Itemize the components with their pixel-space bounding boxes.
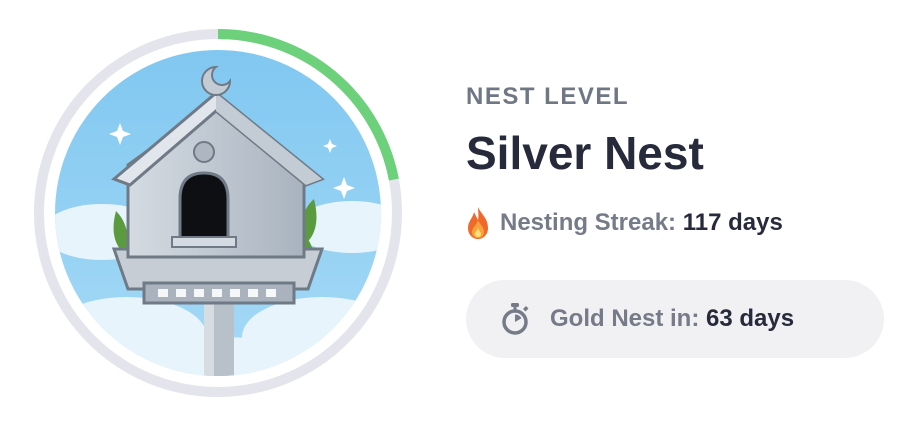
- streak-value: 117 days: [682, 209, 783, 236]
- nest-progress-ring: [34, 29, 402, 397]
- streak-label: Nesting Streak:: [500, 209, 677, 236]
- birdhouse-illustration: [55, 50, 381, 376]
- next-level-label: Gold Nest in:: [550, 305, 700, 332]
- flame-icon: [468, 207, 488, 239]
- nest-level-card: NEST LEVEL Silver Nest Nesting Streak: 1…: [0, 0, 916, 422]
- nest-level-name: Silver Nest: [466, 127, 704, 179]
- stopwatch-icon: [502, 303, 529, 335]
- next-level-value: 63 days: [706, 305, 795, 332]
- nest-badge: [32, 27, 404, 399]
- nest-level-label: NEST LEVEL: [466, 83, 630, 110]
- next-level-pill: Gold Nest in: 63 days: [466, 280, 884, 358]
- nesting-streak: Nesting Streak: 117 days: [466, 206, 783, 240]
